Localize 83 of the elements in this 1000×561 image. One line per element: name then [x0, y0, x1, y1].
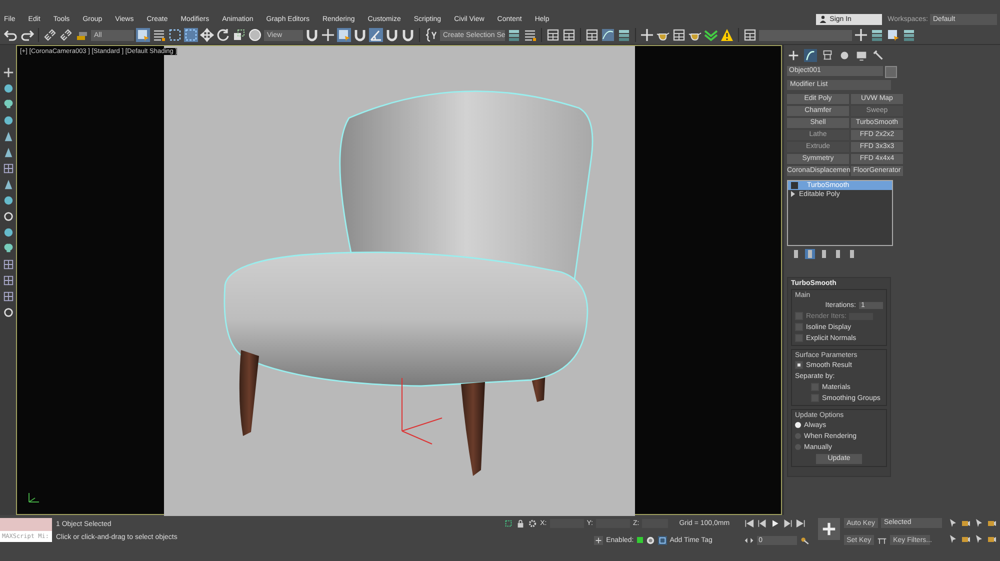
- color-swatch[interactable]: [885, 66, 897, 78]
- cone-icon[interactable]: [2, 146, 14, 158]
- enabled-toggle[interactable]: [636, 537, 643, 544]
- plus-icon[interactable]: [787, 48, 800, 62]
- go-to-end-icon[interactable]: [796, 518, 806, 528]
- sphere-icon[interactable]: [2, 82, 14, 94]
- cursor-box-icon[interactable]: [886, 28, 900, 42]
- radio-button[interactable]: [795, 422, 801, 428]
- cursor-box-icon[interactable]: [337, 28, 351, 42]
- circle-icon[interactable]: [646, 536, 655, 545]
- bulb-icon[interactable]: [2, 98, 14, 110]
- crosshair-icon[interactable]: [854, 28, 868, 42]
- four-arrow-icon[interactable]: [200, 28, 214, 42]
- grid-icon[interactable]: [2, 290, 14, 302]
- bulb-icon[interactable]: [2, 242, 14, 254]
- lock-icon[interactable]: [516, 518, 526, 528]
- curve-icon[interactable]: [601, 28, 615, 42]
- plus-icon[interactable]: [2, 66, 14, 78]
- grid-icon[interactable]: [562, 28, 576, 42]
- wrench-icon[interactable]: [872, 48, 885, 62]
- sphere-icon[interactable]: [2, 114, 14, 126]
- previous-frame-icon[interactable]: [756, 518, 767, 528]
- layers-icon[interactable]: [870, 28, 884, 42]
- cone-icon[interactable]: [2, 130, 14, 142]
- list-icon[interactable]: [152, 28, 166, 42]
- magnet-icon[interactable]: [305, 28, 319, 42]
- user-icon: [818, 15, 827, 24]
- circle-icon[interactable]: [2, 210, 14, 222]
- cursor-icon[interactable]: [974, 518, 984, 528]
- layers-icon[interactable]: [617, 28, 631, 42]
- grid-icon[interactable]: [2, 274, 14, 286]
- grid-icon[interactable]: [2, 258, 14, 270]
- dashed-rectangle-icon[interactable]: [184, 28, 198, 42]
- angle-icon[interactable]: [369, 28, 383, 42]
- magnet-icon[interactable]: [385, 28, 399, 42]
- go-to-start-icon[interactable]: [744, 518, 754, 528]
- cone-icon[interactable]: [2, 178, 14, 190]
- checkbox[interactable]: [795, 361, 803, 370]
- magnet-icon[interactable]: [401, 28, 415, 42]
- undo-icon[interactable]: [4, 28, 18, 42]
- link-icon[interactable]: [59, 28, 73, 42]
- cursor-icon[interactable]: [974, 534, 984, 544]
- grid-icon[interactable]: [2, 162, 14, 174]
- grid-icon[interactable]: [743, 28, 757, 42]
- toggle-square-icon[interactable]: [791, 182, 798, 189]
- crosshair-icon[interactable]: [321, 28, 335, 42]
- plus-icon: [822, 522, 836, 536]
- brace-icon[interactable]: [424, 28, 438, 42]
- cursor-box-icon[interactable]: [136, 28, 150, 42]
- sphere-icon[interactable]: [248, 28, 262, 42]
- play-icon[interactable]: [770, 518, 780, 528]
- select-icon[interactable]: [504, 518, 514, 528]
- circular-arrow-icon[interactable]: [216, 28, 230, 42]
- grid-icon[interactable]: [672, 28, 686, 42]
- cursor-icon[interactable]: [948, 518, 958, 528]
- grid-icon[interactable]: [585, 28, 599, 42]
- magnet-icon[interactable]: [353, 28, 367, 42]
- dashed-rectangle-icon[interactable]: [168, 28, 182, 42]
- grid-icon[interactable]: [821, 48, 834, 62]
- warning-icon[interactable]: [720, 28, 734, 42]
- chevron-icon[interactable]: [704, 28, 718, 42]
- key-icon[interactable]: [800, 536, 810, 545]
- key-tangent-icon[interactable]: [877, 536, 888, 545]
- sphere-icon[interactable]: [2, 194, 14, 206]
- expand-triangle-icon[interactable]: [791, 191, 795, 198]
- double-arrow-icon[interactable]: [744, 536, 754, 545]
- sphere-icon[interactable]: [2, 226, 14, 238]
- layers-icon[interactable]: [507, 28, 521, 42]
- curve-icon[interactable]: [804, 48, 817, 62]
- list-icon[interactable]: [523, 28, 537, 42]
- circle-icon[interactable]: [2, 306, 14, 318]
- time-tag-icon[interactable]: [594, 536, 604, 545]
- crosshair-icon[interactable]: [640, 28, 654, 42]
- next-frame-icon[interactable]: [782, 518, 793, 528]
- layers-icon[interactable]: [902, 28, 916, 42]
- link-icon[interactable]: [43, 28, 57, 42]
- squares-icon[interactable]: [232, 28, 246, 42]
- redo-icon[interactable]: [20, 28, 34, 42]
- set-key-button[interactable]: [818, 518, 840, 540]
- gear-icon[interactable]: [528, 518, 538, 528]
- grid-icon[interactable]: [546, 28, 560, 42]
- listener-field[interactable]: [0, 518, 52, 531]
- cursor-icon[interactable]: [948, 534, 958, 544]
